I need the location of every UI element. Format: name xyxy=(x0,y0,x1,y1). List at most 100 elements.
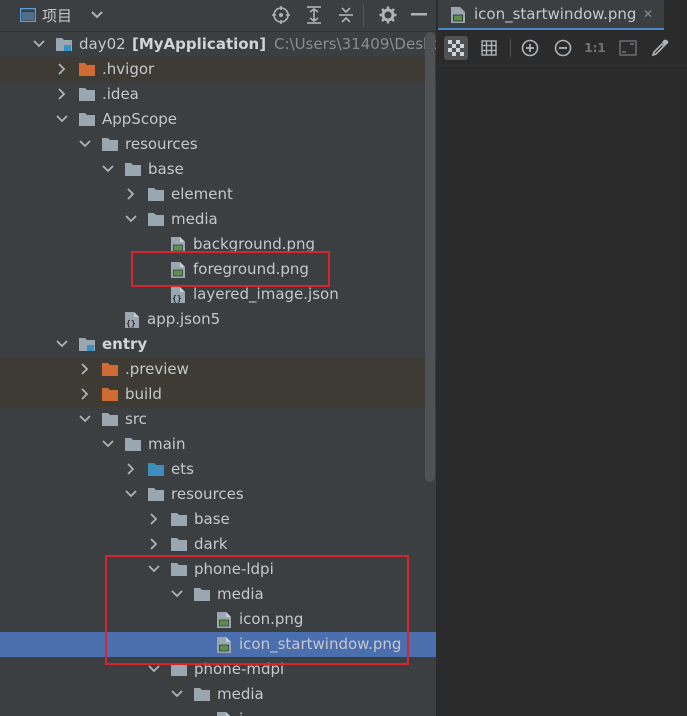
tree-row-label: src xyxy=(125,410,147,428)
tree-row-label: .preview xyxy=(125,360,189,378)
folder-icon xyxy=(193,686,211,702)
tree-row-main[interactable]: main xyxy=(0,432,436,457)
tree-row-label: app.json5 xyxy=(147,310,221,328)
tree-row-i[interactable]: i xyxy=(0,707,436,716)
image-file-icon xyxy=(450,6,466,28)
tree-row-label: base xyxy=(148,160,184,178)
json-file-icon: {} xyxy=(170,286,188,303)
chevron-right-icon[interactable] xyxy=(78,362,92,376)
chevron-right-icon[interactable] xyxy=(78,387,92,401)
chevron-right-icon[interactable] xyxy=(55,87,69,101)
excluded-folder-icon xyxy=(101,361,119,377)
tree-row-phone-mdpi[interactable]: phone-mdpi xyxy=(0,657,436,682)
chevron-down-icon[interactable] xyxy=(147,662,161,676)
chevron-down-icon[interactable] xyxy=(55,112,69,126)
chevron-down-icon[interactable] xyxy=(101,162,115,176)
tree-row-resources[interactable]: resources xyxy=(0,132,436,157)
tree-row-label: media xyxy=(217,585,264,603)
settings-icon[interactable] xyxy=(377,4,399,26)
editor-tab-label: icon_startwindow.png xyxy=(474,5,637,23)
chevron-right-icon[interactable] xyxy=(55,62,69,76)
tree-row-ets[interactable]: ets xyxy=(0,457,436,482)
tree-row-label: dark xyxy=(194,535,228,553)
tree-row-icon-startwindow-png[interactable]: icon_startwindow.png xyxy=(0,632,436,657)
chevron-down-icon[interactable] xyxy=(32,37,46,51)
tree-row-preview[interactable]: .preview xyxy=(0,357,436,382)
tree-row-appscope[interactable]: AppScope xyxy=(0,107,436,132)
tree-row-dark[interactable]: dark xyxy=(0,532,436,557)
chevron-right-icon[interactable] xyxy=(124,187,138,201)
folder-icon xyxy=(78,86,96,102)
folder-icon xyxy=(147,486,165,502)
tree-row-label: phone-mdpi xyxy=(194,660,285,678)
chevron-down-icon[interactable] xyxy=(147,562,161,576)
folder-icon xyxy=(147,211,165,227)
module-folder-icon xyxy=(55,36,73,52)
tree-row-module-name: [MyApplication] xyxy=(132,35,267,53)
folder-icon xyxy=(78,111,96,127)
tree-row-icon-png[interactable]: icon.png xyxy=(0,607,436,632)
tree-row-idea[interactable]: .idea xyxy=(0,82,436,107)
fit-zoom-icon[interactable] xyxy=(618,38,638,58)
tree-row-label: foreground.png xyxy=(193,260,309,278)
chevron-down-icon[interactable] xyxy=(78,412,92,426)
folder-icon xyxy=(170,561,188,577)
zoom-in-icon[interactable] xyxy=(520,38,540,58)
expand-all-icon[interactable] xyxy=(303,4,325,26)
tree-row-base[interactable]: base xyxy=(0,507,436,532)
tree-row-label: entry xyxy=(102,335,148,353)
tree-row-foreground-png[interactable]: foreground.png xyxy=(0,257,436,282)
chevron-down-icon[interactable] xyxy=(78,137,92,151)
chessboard-icon[interactable] xyxy=(444,36,468,60)
tree-row-day02[interactable]: day02 [MyApplication] C:\Users\31409\Deskt… xyxy=(0,32,436,57)
color-picker-icon[interactable] xyxy=(650,38,670,58)
actual-size-icon[interactable]: 1:1 xyxy=(584,38,606,58)
chevron-down-icon[interactable] xyxy=(101,437,115,451)
chevron-down-icon[interactable] xyxy=(170,687,184,701)
folder-icon xyxy=(124,436,142,452)
tree-row-hvigor[interactable]: .hvigor xyxy=(0,57,436,82)
tree-row-resources[interactable]: resources xyxy=(0,482,436,507)
tree-row-label: .idea xyxy=(102,85,139,103)
chevron-down-icon[interactable] xyxy=(170,587,184,601)
image-file-icon xyxy=(170,236,188,253)
tree-row-label: media xyxy=(171,210,218,228)
tree-row-label: .hvigor xyxy=(102,60,155,78)
project-panel: 项目 day02 [MyApplication] C:\Users\31409\De… xyxy=(0,0,436,716)
grid-icon[interactable] xyxy=(479,38,499,58)
tree-row-background-png[interactable]: background.png xyxy=(0,232,436,257)
project-view-label[interactable]: 项目 xyxy=(42,5,72,26)
tree-row-src[interactable]: src xyxy=(0,407,436,432)
zoom-out-icon[interactable] xyxy=(553,38,573,58)
chevron-down-icon[interactable] xyxy=(124,487,138,501)
chevron-down-icon[interactable] xyxy=(124,212,138,226)
editor-tab[interactable]: icon_startwindow.png ✕ xyxy=(438,0,664,30)
tree-row-element[interactable]: element xyxy=(0,182,436,207)
tree-row-layered-image-json[interactable]: {} layered_image.json xyxy=(0,282,436,307)
tree-row-build[interactable]: build xyxy=(0,382,436,407)
tree-row-app-json5[interactable]: {} app.json5 xyxy=(0,307,436,332)
image-file-icon xyxy=(216,636,234,653)
hide-icon[interactable] xyxy=(408,4,430,26)
tree-row-media[interactable]: media xyxy=(0,582,436,607)
folder-icon xyxy=(147,186,165,202)
tree-row-media[interactable]: media xyxy=(0,682,436,707)
chevron-right-icon[interactable] xyxy=(147,537,161,551)
folder-icon xyxy=(170,536,188,552)
image-file-icon xyxy=(170,261,188,278)
tree-row-label: main xyxy=(148,435,186,453)
tree-row-media[interactable]: media xyxy=(0,207,436,232)
tree-row-base[interactable]: base xyxy=(0,157,436,182)
chevron-right-icon[interactable] xyxy=(147,512,161,526)
chevron-down-icon[interactable] xyxy=(55,337,69,351)
tree-row-label: base xyxy=(194,510,230,528)
vertical-scrollbar[interactable] xyxy=(425,32,435,482)
tree-row-entry[interactable]: entry xyxy=(0,332,436,357)
chevron-right-icon[interactable] xyxy=(124,462,138,476)
locate-icon[interactable] xyxy=(270,4,292,26)
collapse-all-icon[interactable] xyxy=(335,4,357,26)
dropdown-arrow-icon[interactable] xyxy=(86,4,108,26)
panel-icon[interactable] xyxy=(17,4,39,26)
tree-row-phone-ldpi[interactable]: phone-ldpi xyxy=(0,557,436,582)
close-tab-icon[interactable]: ✕ xyxy=(643,7,653,21)
